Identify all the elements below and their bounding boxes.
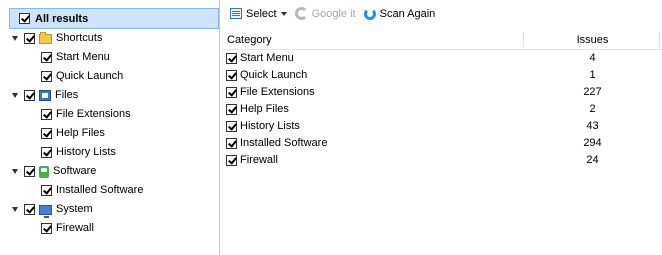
google-icon xyxy=(294,7,308,20)
row-category: Quick Launch xyxy=(240,69,308,81)
tree-group-system[interactable]: System xyxy=(12,200,93,219)
table-row[interactable]: Firewall 24 xyxy=(222,152,662,169)
checkbox[interactable] xyxy=(226,87,237,98)
table-row[interactable]: Quick Launch 1 xyxy=(222,67,662,84)
tree-item-help-files[interactable]: Help Files xyxy=(41,124,105,143)
table-row[interactable]: History Lists 43 xyxy=(222,118,662,135)
checkbox[interactable] xyxy=(24,204,35,215)
row-category: Firewall xyxy=(240,154,278,166)
table-row[interactable]: File Extensions 227 xyxy=(222,84,662,101)
tree-item-label: Quick Launch xyxy=(56,70,124,82)
checkbox[interactable] xyxy=(41,128,52,139)
checkbox[interactable] xyxy=(41,147,52,158)
row-category: Help Files xyxy=(240,103,289,115)
checkbox[interactable] xyxy=(226,138,237,149)
row-issues: 227 xyxy=(583,86,602,98)
select-button[interactable]: Select xyxy=(230,4,287,24)
row-category: File Extensions xyxy=(240,86,315,98)
tree-group-files[interactable]: Files xyxy=(12,86,78,105)
system-icon xyxy=(39,204,52,218)
table-row[interactable]: Start Menu 4 xyxy=(222,50,662,67)
checkbox[interactable] xyxy=(19,13,30,24)
column-header-issues[interactable]: Issues xyxy=(555,34,630,46)
row-issues: 43 xyxy=(586,120,599,132)
tree-item-label: Firewall xyxy=(56,222,94,234)
checkbox[interactable] xyxy=(226,121,237,132)
toolbar: Select Google it Scan Again xyxy=(222,0,662,27)
column-divider[interactable] xyxy=(523,32,524,47)
results-tree: All results Shortcuts Start Menu Quick L… xyxy=(0,0,220,255)
refresh-icon xyxy=(363,7,376,20)
tree-group-label: Software xyxy=(53,165,97,177)
row-issues: 2 xyxy=(589,103,596,115)
tree-group-shortcuts[interactable]: Shortcuts xyxy=(12,29,102,48)
checkbox[interactable] xyxy=(226,155,237,166)
tree-item-firewall[interactable]: Firewall xyxy=(41,219,94,238)
software-icon xyxy=(39,165,49,178)
expand-arrow-icon[interactable] xyxy=(12,207,18,212)
files-icon xyxy=(39,90,51,101)
table-row[interactable]: Help Files 2 xyxy=(222,101,662,118)
tree-group-label: Shortcuts xyxy=(56,32,103,44)
checkbox[interactable] xyxy=(226,70,237,81)
expand-arrow-icon[interactable] xyxy=(12,36,18,41)
tree-item-all-results[interactable]: All results xyxy=(9,8,219,29)
checkbox[interactable] xyxy=(226,104,237,115)
select-list-icon xyxy=(230,8,242,19)
column-header-category[interactable]: Category xyxy=(227,34,272,46)
expand-arrow-icon[interactable] xyxy=(12,169,18,174)
tree-item-installed-software[interactable]: Installed Software xyxy=(41,181,143,200)
checkbox[interactable] xyxy=(41,223,52,234)
checkbox[interactable] xyxy=(41,52,52,63)
checkbox[interactable] xyxy=(24,90,35,101)
chevron-down-icon xyxy=(280,11,287,16)
tree-item-label: Installed Software xyxy=(56,184,144,196)
table-header: Category Issues xyxy=(222,30,662,50)
tree-item-file-extensions[interactable]: File Extensions xyxy=(41,105,131,124)
scan-again-label: Scan Again xyxy=(379,7,436,20)
row-category: Start Menu xyxy=(240,52,294,64)
checkbox[interactable] xyxy=(41,109,52,120)
google-it-button[interactable]: Google it xyxy=(294,4,356,24)
tree-item-label: Help Files xyxy=(56,127,105,139)
tree-item-label: All results xyxy=(35,12,89,25)
tree-group-label: System xyxy=(56,203,93,215)
tree-item-label: History Lists xyxy=(56,146,116,158)
column-divider[interactable] xyxy=(659,32,660,47)
expand-arrow-icon[interactable] xyxy=(12,93,18,98)
checkbox[interactable] xyxy=(226,53,237,64)
row-issues: 294 xyxy=(583,137,602,149)
folder-icon xyxy=(39,31,52,44)
table-row[interactable]: Installed Software 294 xyxy=(222,135,662,152)
tree-item-quick-launch[interactable]: Quick Launch xyxy=(41,67,123,86)
row-issues: 1 xyxy=(589,69,596,81)
row-issues: 4 xyxy=(589,52,596,64)
tree-group-label: Files xyxy=(55,89,79,101)
tree-item-label: File Extensions xyxy=(56,108,131,120)
tree-item-start-menu[interactable]: Start Menu xyxy=(41,48,110,67)
google-it-label: Google it xyxy=(311,7,356,20)
checkbox[interactable] xyxy=(41,71,52,82)
checkbox[interactable] xyxy=(41,185,52,196)
tree-item-history-lists[interactable]: History Lists xyxy=(41,143,116,162)
row-issues: 24 xyxy=(586,154,599,166)
scan-again-button[interactable]: Scan Again xyxy=(363,4,436,24)
row-category: Installed Software xyxy=(240,137,328,149)
select-label: Select xyxy=(246,7,277,20)
checkbox[interactable] xyxy=(24,33,35,44)
tree-group-software[interactable]: Software xyxy=(12,162,96,181)
results-panel: Select Google it Scan Again Category Iss… xyxy=(222,0,662,255)
tree-item-label: Start Menu xyxy=(56,51,110,63)
row-category: History Lists xyxy=(240,120,300,132)
checkbox[interactable] xyxy=(24,166,35,177)
